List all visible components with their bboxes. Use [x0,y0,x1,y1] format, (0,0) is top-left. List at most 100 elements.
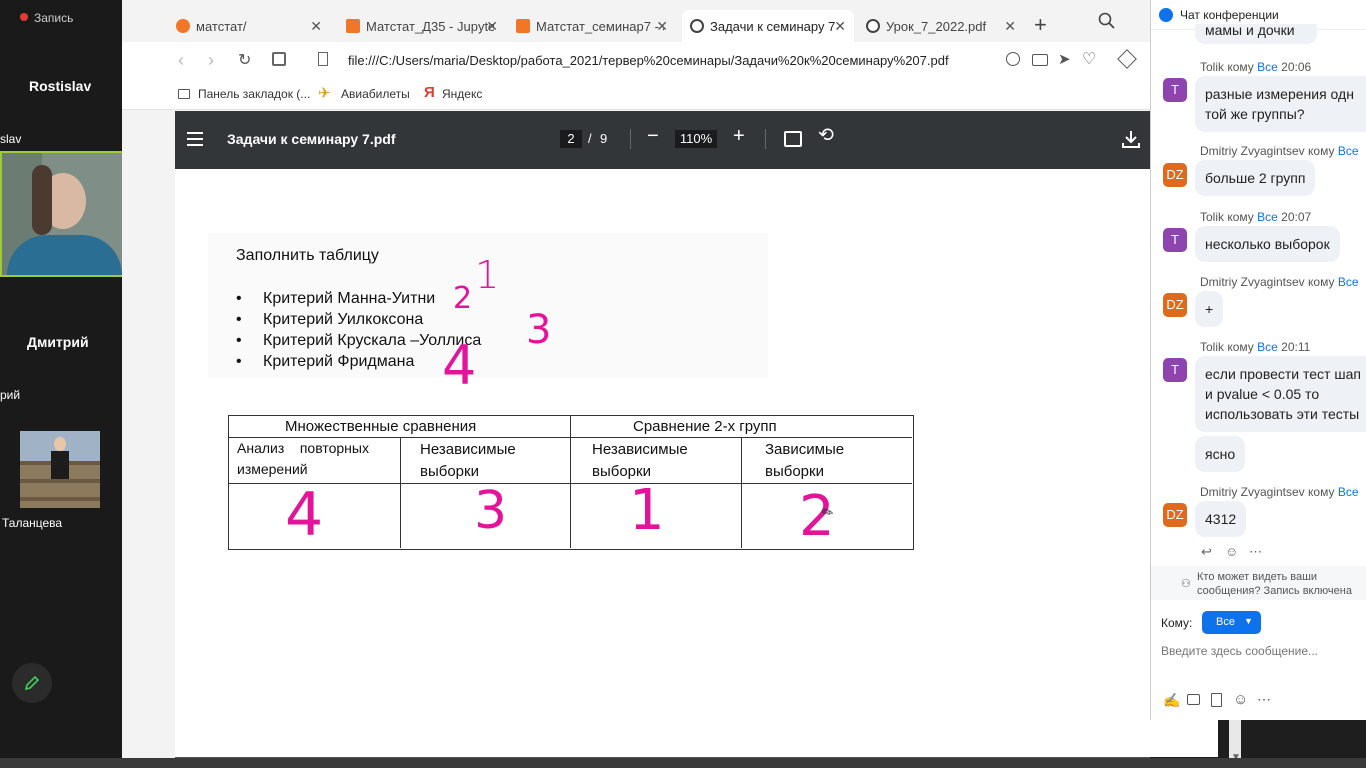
zoom-input[interactable]: 110% [675,130,717,148]
avatar[interactable]: T [1163,228,1187,252]
avatar[interactable]: T [1163,78,1187,102]
search-icon[interactable] [1098,12,1116,30]
person-body [51,451,69,479]
close-icon[interactable]: ✕ [834,18,846,35]
format-icon[interactable]: ✍ [1163,692,1180,709]
close-icon[interactable]: ✕ [656,18,668,35]
handwritten-mark: 3 [526,307,552,353]
handwritten-answer: 1 [629,478,665,543]
visibility-text[interactable]: Кто может видеть ваши сообщения? Запись … [1197,570,1366,598]
chat-bubble: ясно [1195,436,1246,472]
tab-urok7[interactable]: Урок_7_2022.pdf ✕ [858,10,1024,42]
emoji-icon[interactable]: ☺ [1225,544,1238,559]
visibility-notice: ⚇ Кто может видеть ваши сообщения? Запис… [1151,566,1366,600]
recording-indicator: Запись [0,8,122,28]
back-icon[interactable]: ‹ [178,50,184,71]
tab-matstat-d35[interactable]: Матстат_Д35 - Jupyter ✕ [338,10,506,42]
message-input[interactable] [1161,640,1361,662]
tab-title: Урок_7_2022.pdf [886,18,987,34]
download-icon[interactable] [1121,129,1141,149]
close-icon[interactable]: ✕ [1004,18,1016,35]
list-item: • Критерий Манна-Уитни [236,290,436,307]
bookmark-folder[interactable]: Панель закладок (... [198,87,310,101]
jupyter-icon [346,19,360,33]
tab-matstat[interactable]: матстат/ ✕ [168,10,330,42]
tab-title: матстат/ [196,18,247,34]
to-label: Кому: [1161,616,1193,630]
message-header: Tolik кому Все 20:11 [1200,340,1311,354]
participant-video[interactable] [20,431,100,508]
menu-icon[interactable] [187,132,203,146]
avatar[interactable]: T [1163,358,1187,382]
tab-zadachi[interactable]: Задачи к семинару 7.p ✕ [682,10,854,42]
close-icon[interactable]: ✕ [486,18,498,35]
zoom-in-button[interactable]: + [733,126,745,146]
list-item: • Критерий Уилкоксона [236,311,424,328]
screenshot-icon[interactable] [1187,694,1200,705]
chat-bubble: больше 2 групп [1195,160,1316,196]
new-tab-button[interactable]: + [1034,14,1047,36]
divider [630,129,631,149]
handwritten-mark: 4 [442,334,477,397]
taskbar-strip [0,758,1366,768]
answer-table: Множественные сравнения Сравнение 2-х гр… [228,415,914,550]
tab-matstat-seminar7[interactable]: Матстат_семинар7 - J ✕ [508,10,676,42]
table-header: Независимые [592,441,688,458]
tab-title: Задачи к семинару 7.p [710,18,836,34]
more-icon[interactable]: ⋯ [1249,544,1262,560]
reload-icon[interactable]: ↻ [238,50,251,70]
more-icon[interactable]: ⋯ [1257,691,1271,708]
table-header: выборки [765,463,824,480]
jupyter-icon [176,19,190,33]
table-header: Сравнение 2-х групп [633,418,777,435]
recording-label: Запись [34,11,74,25]
record-dot-icon [20,13,28,21]
avatar[interactable]: DZ [1163,163,1187,187]
divider [400,437,401,548]
bookmark-aviabilety[interactable]: Авиабилеты [341,87,410,101]
pdf-toolbar: Задачи к семинару 7.pdf 2 / 9 − 110% + ⟲ [175,111,1150,169]
participant-name: Rostislav [29,78,92,94]
message-header: Tolik кому Все 20:07 [1200,210,1312,224]
url-field[interactable]: file:///C:/Users/maria/Desktop/работа_20… [348,53,949,68]
bookmark-yandex[interactable]: Яндекс [442,87,482,101]
chat-bubble: разные измерения одн той же группы? [1195,76,1366,132]
table-header: измерений [237,461,308,477]
pdf-page: Заполнить таблицу • Критерий Манна-Уитни … [175,169,1218,757]
fit-page-icon[interactable] [784,131,802,147]
address-bar-row: ‹ › ↻ file:///C:/Users/maria/Desktop/раб… [122,42,1150,80]
plane-icon: ✈ [318,85,331,102]
file-icon [318,52,328,66]
chat-bubble: несколько выборок [1195,226,1340,262]
emoji-icon[interactable]: ☺ [1233,691,1248,708]
pencil-icon [24,675,40,691]
file-icon[interactable] [1211,693,1222,707]
person-hair [32,165,52,235]
rotate-icon[interactable]: ⟲ [818,126,834,146]
page-number-input[interactable]: 2 [560,130,582,148]
tabs-grid-icon[interactable] [272,52,286,66]
message-header: Dmitriy Zvyagintsev кому Все [1200,275,1359,289]
participant-label: рий [0,388,21,402]
handwritten-mark: 1 [475,253,500,297]
annotate-button[interactable] [12,663,52,703]
divider [741,437,742,548]
send-icon[interactable]: ➤ [1058,50,1071,68]
table-header: Множественные сравнения [285,418,477,435]
person-shirt [7,235,122,275]
chat-title: Чат конференции [1180,8,1279,22]
handwritten-answer: 4 [285,480,324,550]
forward-icon[interactable]: › [208,50,214,71]
avatar[interactable]: DZ [1163,293,1187,317]
cube-icon[interactable] [1117,49,1137,69]
camera-icon[interactable] [1032,54,1048,66]
participant-label: Таланцева [2,516,63,530]
zoom-search-icon[interactable] [1006,52,1020,66]
close-icon[interactable]: ✕ [310,18,322,35]
reply-icon[interactable]: ↩ [1201,544,1212,560]
recipient-select[interactable]: Все ▼ [1202,611,1261,634]
heart-icon[interactable]: ♡ [1082,49,1096,69]
zoom-out-button[interactable]: − [647,126,659,146]
tab-title: Матстат_семинар7 - J [536,18,664,34]
avatar[interactable]: DZ [1163,503,1187,527]
